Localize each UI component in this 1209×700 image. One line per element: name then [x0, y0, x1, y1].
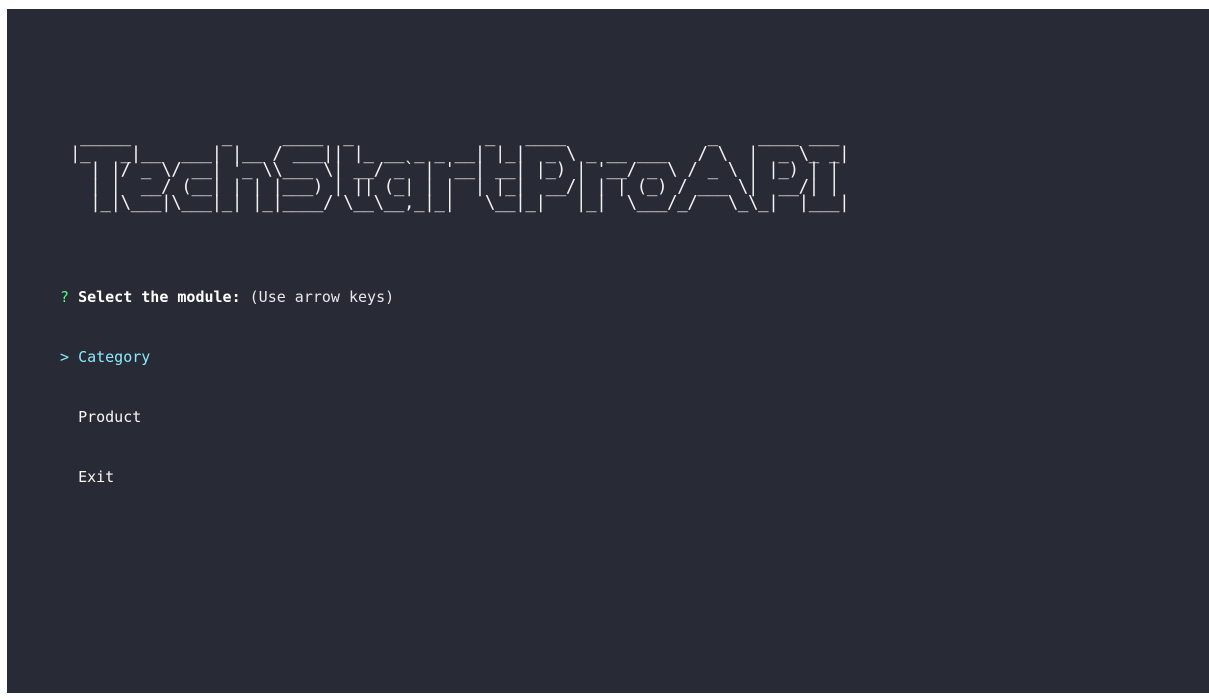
option-label: Exit	[78, 468, 115, 486]
ascii-banner: _____ _ ____ _ _ ____ _ ____ ___ |_ _|__…	[70, 127, 850, 213]
menu-option-category[interactable]: > Category	[60, 347, 394, 367]
menu-option-product[interactable]: Product	[60, 407, 394, 427]
pointer-icon: >	[60, 348, 70, 366]
prompt-question: Select the module:	[78, 288, 241, 306]
prompt-line: ? Select the module: (Use arrow keys)	[60, 287, 394, 307]
option-label: Product	[78, 408, 142, 426]
menu-option-exit[interactable]: Exit	[60, 467, 394, 487]
prompt-hint: (Use arrow keys)	[249, 288, 395, 306]
module-select-prompt[interactable]: ? Select the module: (Use arrow keys) > …	[60, 247, 394, 527]
terminal-window[interactable]: _____ _ ____ _ _ ____ _ ____ ___ |_ _|__…	[7, 9, 1209, 693]
question-mark-icon: ?	[60, 288, 70, 306]
option-label: Category	[78, 348, 151, 366]
